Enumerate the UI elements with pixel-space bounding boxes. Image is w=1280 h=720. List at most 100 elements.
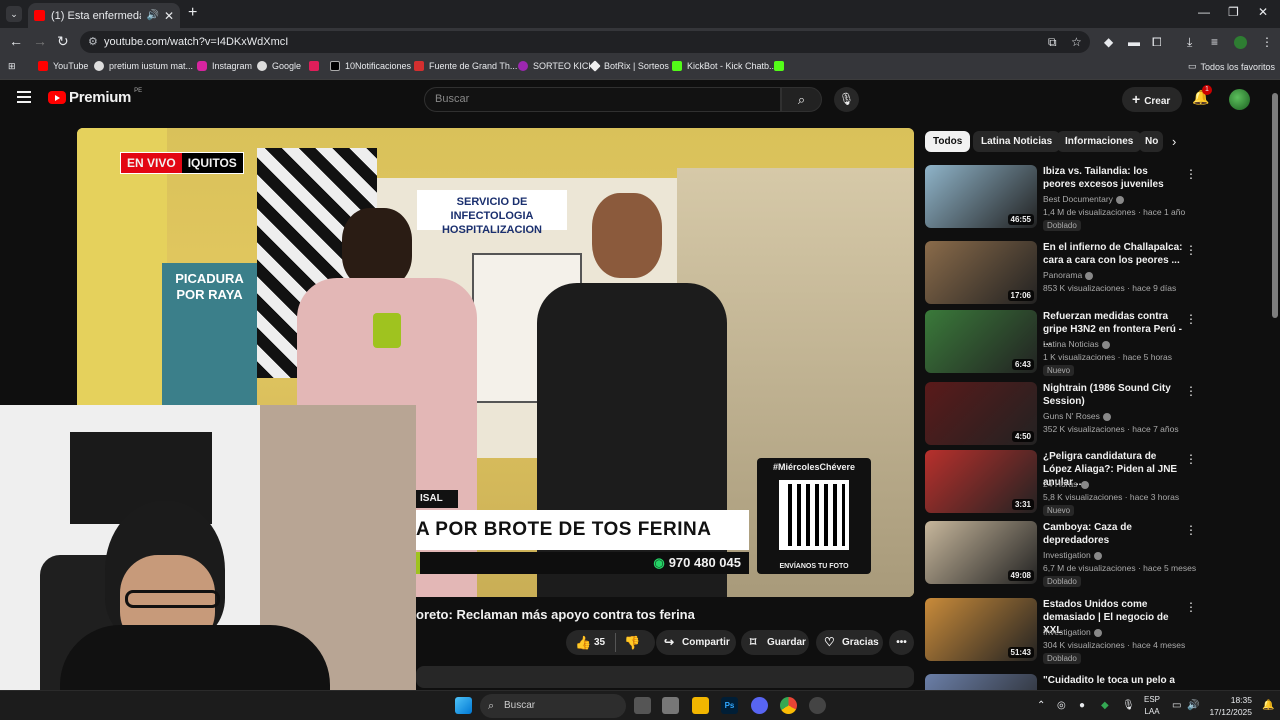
scrollbar-thumb[interactable] [1272, 93, 1278, 318]
save-button[interactable]: ⌑ Guardar [741, 630, 809, 655]
more-actions-button[interactable]: ••• [889, 630, 914, 655]
photoshop-icon[interactable]: Ps [721, 697, 738, 714]
extensions-puzzle-icon[interactable]: ⧠ [1152, 35, 1162, 50]
bookmark-botrix[interactable]: BotRix | Sorteos [589, 60, 669, 72]
install-app-icon[interactable]: ⧉ [1048, 35, 1057, 50]
recommendation-thumbnail[interactable]: 4:50 [925, 382, 1037, 445]
discord-icon[interactable] [751, 697, 768, 714]
tab-search-button[interactable]: ⌄ [6, 6, 22, 22]
recommendation-thumbnail[interactable]: 6:43 [925, 310, 1037, 373]
reload-icon[interactable]: ↻ [57, 33, 69, 50]
more-options-icon[interactable]: ⋮ [1185, 312, 1197, 326]
recommendation-thumbnail[interactable]: 3:31 [925, 450, 1037, 513]
voice-search-button[interactable]: 🎙 [834, 87, 859, 112]
apps-grid-icon[interactable]: ⊞ [8, 61, 16, 72]
recommendation-title[interactable]: En el infierno de Challapalca: cara a ca… [1043, 241, 1183, 267]
recommendation-thumbnail[interactable]: 51:43 [925, 598, 1037, 661]
file-explorer-icon[interactable] [692, 697, 709, 714]
recommendation-title[interactable]: "Cuidadito le toca un pelo a un [1043, 674, 1183, 690]
more-options-icon[interactable]: ⋮ [1185, 452, 1197, 466]
chevron-right-icon[interactable]: › [1172, 134, 1176, 149]
forward-icon[interactable]: → [33, 33, 47, 49]
recommendation-thumbnail[interactable]: 49:08 [925, 521, 1037, 584]
chrome-menu-icon[interactable]: ⋮ [1261, 35, 1273, 49]
input-language[interactable]: ESP LAA [1140, 694, 1164, 718]
recommendation-title[interactable]: Nightrain (1986 Sound City Session) [1043, 382, 1183, 408]
recommendation-item[interactable]: 46:55 Ibiza vs. Tailandia: los peores exc… [925, 165, 1265, 231]
bookmark-instagram[interactable]: Instagram [197, 61, 252, 71]
volume-icon[interactable]: 🔊 [1187, 700, 1199, 711]
obs-icon[interactable] [809, 697, 826, 714]
microphone-tray-icon[interactable]: 🎙 [1122, 700, 1135, 711]
notification-center-icon[interactable]: 🔔 [1262, 700, 1274, 711]
close-window-icon[interactable]: ✕ [1258, 5, 1268, 19]
task-view-icon[interactable] [634, 697, 651, 714]
more-options-icon[interactable]: ⋮ [1185, 167, 1197, 181]
dislike-icon[interactable]: 👎 [624, 630, 640, 655]
account-avatar[interactable] [1229, 89, 1250, 110]
create-button[interactable]: + Crear [1122, 87, 1182, 112]
chevron-up-icon[interactable]: ⌃ [1037, 700, 1045, 711]
thanks-button[interactable]: ♡ Gracias [816, 630, 883, 655]
recommendation-thumbnail[interactable] [925, 674, 1037, 690]
reading-list-icon[interactable]: ≡ [1211, 35, 1218, 49]
bookmark-star-icon[interactable]: ☆ [1071, 35, 1082, 49]
more-options-icon[interactable]: ⋮ [1185, 243, 1197, 257]
taskbar-search[interactable]: ⌕ Buscar [480, 694, 626, 718]
like-icon[interactable]: 👍 [575, 630, 591, 655]
address-bar[interactable]: ⚙ youtube.com/watch?v=I4DKxWdXmcI [80, 31, 1090, 53]
restore-icon[interactable]: ❐ [1228, 5, 1239, 19]
chip-no[interactable]: No [1139, 131, 1163, 152]
recommendation-item[interactable]: "Cuidadito le toca un pelo a un [925, 674, 1265, 690]
bookmark-youtube[interactable]: YouTube [38, 61, 88, 71]
recommendation-item[interactable]: 49:08 Camboya: Caza de depredadores Invest… [925, 521, 1265, 587]
recommendation-thumbnail[interactable]: 17:06 [925, 241, 1037, 304]
recommendation-item[interactable]: 3:31 ¿Peligra candidatura de López Aliaga… [925, 450, 1265, 516]
youtube-logo[interactable]: Premium PE [48, 88, 142, 106]
close-tab-icon[interactable]: ✕ [164, 9, 174, 23]
recommendation-channel[interactable]: Guns N' Roses [1043, 411, 1111, 421]
speaker-icon[interactable]: 🔊 [146, 10, 158, 21]
recommendation-title[interactable]: Camboya: Caza de depredadores [1043, 521, 1183, 547]
tray-icon-3[interactable]: ◆ [1101, 700, 1109, 711]
search-input[interactable]: Buscar [424, 87, 781, 112]
system-clock[interactable]: 18:35 17/12/2025 [1200, 694, 1252, 718]
recommendation-channel[interactable]: Latina Noticias [1043, 339, 1110, 349]
recommendation-item[interactable]: 4:50 Nightrain (1986 Sound City Session) G… [925, 382, 1265, 448]
recommendation-channel[interactable]: Investigation [1043, 627, 1102, 637]
chip-informaciones[interactable]: Informaciones [1057, 131, 1142, 152]
site-info-icon[interactable]: ⚙ [88, 35, 98, 48]
recommendation-item[interactable]: 17:06 En el infierno de Challapalca: cara… [925, 241, 1265, 307]
bookmark-kickbot[interactable]: KickBot - Kick Chatb... [672, 61, 777, 71]
more-options-icon[interactable]: ⋮ [1185, 600, 1197, 614]
chip-latina-noticias[interactable]: Latina Noticias [973, 131, 1061, 152]
app-icon[interactable] [662, 697, 679, 714]
bookmark-google[interactable]: Google [257, 61, 301, 71]
chrome-icon[interactable] [780, 697, 797, 714]
menu-icon[interactable] [17, 91, 31, 103]
recommendation-thumbnail[interactable]: 46:55 [925, 165, 1037, 228]
bookmark-fuente[interactable]: Fuente de Grand Th... [414, 61, 517, 71]
all-bookmarks-folder[interactable]: ▭ Todos los favoritos [1188, 61, 1275, 72]
more-options-icon[interactable]: ⋮ [1185, 384, 1197, 398]
windows-start-icon[interactable] [455, 697, 472, 714]
new-tab-button[interactable]: + [188, 4, 197, 22]
recommendation-title[interactable]: Ibiza vs. Tailandia: los peores excesos … [1043, 165, 1183, 191]
more-options-icon[interactable]: ⋮ [1185, 523, 1197, 537]
back-icon[interactable]: ← [9, 33, 23, 49]
tray-icon-2[interactable]: ● [1079, 700, 1085, 711]
description-box[interactable] [416, 666, 914, 688]
recommendation-channel[interactable]: Investigation [1043, 550, 1102, 560]
profile-avatar[interactable] [1234, 36, 1247, 49]
browser-tab[interactable]: (1) Esta enfermedad ha cau 🔊 ✕ [28, 3, 180, 28]
recommendation-channel[interactable]: Best Documentary [1043, 194, 1124, 204]
recommendation-item[interactable]: 51:43 Estados Unidos come demasiado | El … [925, 598, 1265, 664]
bookmark-kick[interactable] [774, 61, 789, 71]
bookmark-pretium[interactable]: pretium iustum mat... [94, 61, 193, 71]
download-icon[interactable]: ⤓ [1187, 35, 1192, 50]
minimize-icon[interactable]: — [1198, 5, 1210, 19]
recommendation-item[interactable]: 6:43 Refuerzan medidas contra gripe H3N2 … [925, 310, 1265, 376]
share-button[interactable]: ↪ Compartir [656, 630, 736, 655]
extension-icon-2[interactable]: ▬ [1128, 35, 1140, 49]
extension-icon[interactable]: ◆ [1104, 35, 1113, 49]
